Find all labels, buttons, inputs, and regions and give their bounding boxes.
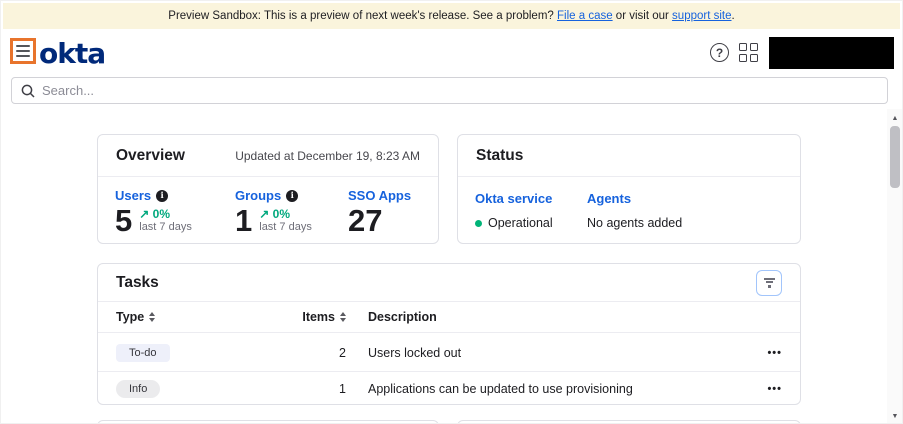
banner-text: Preview Sandbox: This is a preview of ne… bbox=[168, 10, 557, 22]
redacted-account-area bbox=[769, 37, 894, 69]
agents-link[interactable]: Agents bbox=[587, 191, 682, 206]
users-count: 5 bbox=[115, 206, 132, 236]
tasks-table-header: Type Items Description bbox=[98, 302, 800, 333]
trend-up-icon: ↗ bbox=[259, 207, 269, 221]
okta-admin-dashboard: Preview Sandbox: This is a preview of ne… bbox=[0, 0, 903, 424]
agents-column: Agents No agents added bbox=[587, 191, 682, 230]
filter-icon bbox=[764, 278, 775, 280]
task-row-todo[interactable]: To-do 2 Users locked out ••• bbox=[98, 334, 800, 372]
scroll-up-icon[interactable]: ▲ bbox=[887, 111, 903, 125]
global-search[interactable] bbox=[11, 77, 888, 104]
todo-description: Users locked out bbox=[368, 346, 748, 360]
stat-sso-apps: SSO Apps 27 bbox=[348, 188, 411, 236]
partial-card-right bbox=[457, 420, 801, 424]
trend-up-icon: ↗ bbox=[139, 207, 149, 221]
users-trend: 0% bbox=[153, 207, 170, 221]
tasks-card: Tasks Type Items Description To-do 2 Use… bbox=[97, 263, 801, 405]
sso-apps-link[interactable]: SSO Apps bbox=[348, 188, 411, 203]
scrollbar-thumb[interactable] bbox=[890, 126, 900, 188]
sort-icon[interactable] bbox=[149, 312, 155, 322]
overview-card: Overview Updated at December 19, 8:23 AM… bbox=[97, 134, 439, 244]
search-input[interactable] bbox=[42, 83, 878, 98]
tasks-filter-button[interactable] bbox=[756, 270, 782, 296]
operational-status-icon bbox=[475, 220, 482, 227]
users-link[interactable]: Users bbox=[115, 188, 151, 203]
status-card: Status Okta service Operational Agents N… bbox=[457, 134, 801, 244]
type-column-header: Type bbox=[116, 310, 144, 324]
items-column-header: Items bbox=[302, 310, 335, 324]
okta-logo[interactable]: okta bbox=[39, 37, 105, 70]
search-icon bbox=[21, 84, 35, 98]
vertical-scrollbar[interactable]: ▲ ▼ bbox=[887, 109, 903, 424]
support-site-link[interactable]: support site bbox=[672, 10, 731, 22]
info-row-menu-icon[interactable]: ••• bbox=[767, 383, 782, 395]
okta-service-link[interactable]: Okta service bbox=[475, 191, 553, 206]
todo-row-menu-icon[interactable]: ••• bbox=[767, 347, 782, 359]
users-info-icon[interactable]: i bbox=[156, 190, 168, 202]
description-column-header: Description bbox=[368, 310, 748, 324]
overview-updated-text: Updated at December 19, 8:23 AM bbox=[235, 149, 420, 163]
hamburger-icon bbox=[16, 45, 30, 47]
stat-users: Users i 5 ↗ 0% last 7 days bbox=[115, 188, 192, 236]
banner-text-suffix: . bbox=[732, 10, 735, 22]
groups-period: last 7 days bbox=[259, 221, 312, 234]
help-icon[interactable]: ? bbox=[710, 43, 729, 62]
groups-trend: 0% bbox=[273, 207, 290, 221]
groups-info-icon[interactable]: i bbox=[286, 190, 298, 202]
overview-title: Overview bbox=[116, 147, 185, 165]
agents-value: No agents added bbox=[587, 216, 682, 230]
users-period: last 7 days bbox=[139, 221, 192, 234]
main-menu-button[interactable] bbox=[10, 38, 36, 64]
banner-text-middle: or visit our bbox=[613, 10, 672, 22]
sort-icon[interactable] bbox=[340, 312, 346, 322]
info-badge: Info bbox=[116, 380, 160, 398]
info-items-count: 1 bbox=[258, 382, 346, 396]
okta-service-value: Operational bbox=[488, 216, 553, 230]
file-a-case-link[interactable]: File a case bbox=[557, 10, 613, 22]
status-title: Status bbox=[476, 147, 523, 165]
groups-count: 1 bbox=[235, 206, 252, 236]
partial-card-left bbox=[97, 420, 439, 424]
todo-badge: To-do bbox=[116, 344, 170, 362]
okta-service-column: Okta service Operational bbox=[475, 191, 553, 230]
preview-sandbox-banner: Preview Sandbox: This is a preview of ne… bbox=[3, 3, 900, 29]
tasks-title: Tasks bbox=[116, 274, 159, 292]
todo-items-count: 2 bbox=[258, 346, 346, 360]
groups-link[interactable]: Groups bbox=[235, 188, 281, 203]
scroll-down-icon[interactable]: ▼ bbox=[887, 409, 903, 423]
stat-groups: Groups i 1 ↗ 0% last 7 days bbox=[235, 188, 312, 236]
sso-apps-count: 27 bbox=[348, 206, 382, 236]
info-description: Applications can be updated to use provi… bbox=[368, 382, 748, 396]
app-switcher-icon[interactable] bbox=[739, 43, 759, 63]
task-row-info[interactable]: Info 1 Applications can be updated to us… bbox=[98, 372, 800, 405]
